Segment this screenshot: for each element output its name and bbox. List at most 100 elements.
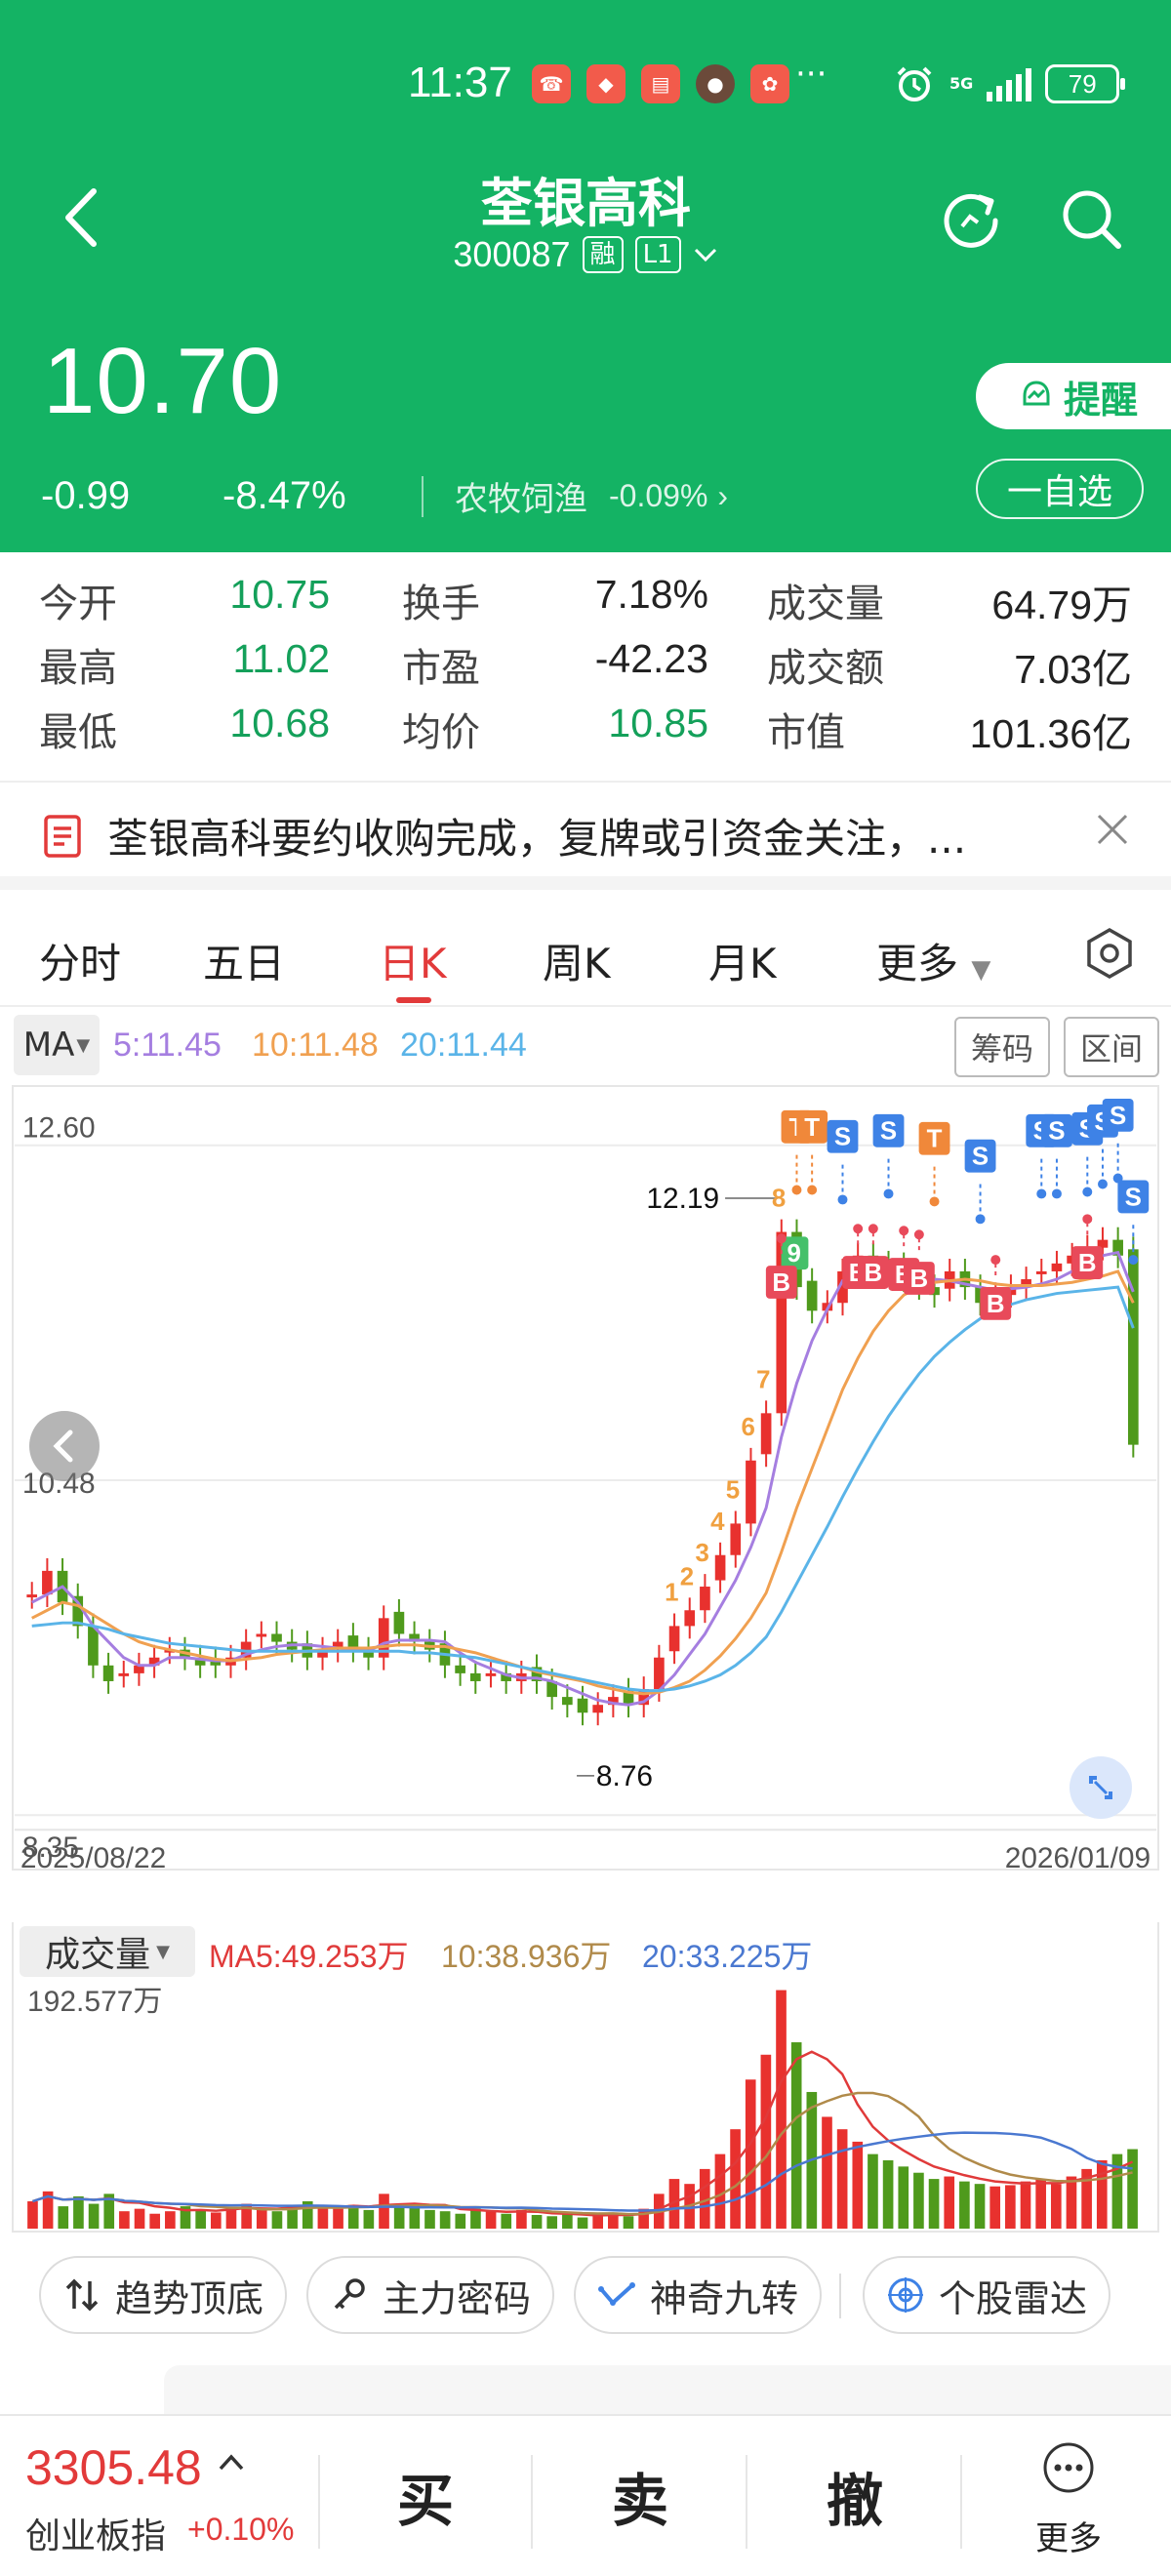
buy-button[interactable]: 买 [357,2455,494,2537]
document-icon [44,815,81,858]
signal-label: B [772,1269,790,1297]
volume-bar [577,2217,588,2230]
sector-name[interactable]: 农牧饲渔 [455,472,587,520]
alert-label: 提醒 [1063,378,1138,422]
signal-label: T [927,1126,943,1153]
volume-bar [119,2211,130,2230]
divider [839,2274,841,2318]
signal-dot [1036,1188,1047,1199]
settings-icon[interactable] [1083,927,1136,980]
pe-value: -42.23 [594,636,708,681]
volume-bar [913,2172,924,2230]
status-bar: 11:37 ☎ ◆ ▤ ● ✿ ··· 5G 79 [0,53,1171,121]
candle-body [562,1697,573,1706]
signal-label: S [834,1124,851,1151]
volume-label: 成交量 [767,582,884,626]
tab-weekly-k[interactable]: 周K [543,931,611,990]
volume-bar [531,2215,543,2230]
ma20-line [31,1285,1135,1693]
sector-change: -0.09% [609,478,708,513]
volume-bar [974,2184,986,2230]
signal-dot [1082,1187,1093,1197]
divider [746,2455,747,2549]
price-change: -0.99 [41,474,131,517]
close-icon[interactable] [1093,810,1132,849]
stock-code: 300087 [453,234,571,274]
add-watchlist-button[interactable]: 一自选 [976,459,1144,519]
volume-ma10-value: 10:38.936万 [441,1939,612,1974]
fullscreen-button[interactable] [1070,1756,1132,1819]
key-icon [334,2278,365,2310]
search-icon[interactable] [1058,185,1126,254]
volume-bar [1050,2184,1062,2230]
volume-bar [714,2153,726,2230]
candle-body [455,1665,465,1673]
status-time: 11:37 [408,59,512,106]
tab-five-day[interactable]: 五日 [203,931,285,990]
volume-ma20-value: 20:33.225万 [642,1939,813,1974]
chevron-right-icon: › [717,478,729,513]
ma10-value: 10:11.48 [252,1026,379,1064]
signal-icon [987,66,1032,101]
signal-dot [853,1224,864,1234]
kline-chart[interactable]: 12.6010.488.3512.198.76123456789TTSSTSSS… [12,1085,1159,1871]
market-cap-label: 市值 [767,710,845,755]
tab-more[interactable]: 更多 ▼ [876,931,990,990]
candle-body [592,1705,604,1713]
turnover-label: 换手 [402,582,480,626]
volume-bar [379,2194,389,2230]
tab-monthly-k[interactable]: 月K [708,931,777,990]
volume-bar [1020,2181,1031,2230]
volume-bar [868,2153,878,2230]
more-button[interactable]: 更多 [1025,2441,1112,2568]
volume-bar [501,2213,512,2230]
level-tag: L1 [634,236,681,273]
candle-body [102,1665,114,1681]
candle-body [485,1672,497,1676]
price-alert-button[interactable]: 提醒 [976,363,1171,429]
refresh-icon[interactable] [937,185,1005,254]
signal-label: S [1048,1118,1065,1146]
tab-intraday[interactable]: 分时 [39,931,121,990]
start-date-label: 2025/08/22 [20,1842,166,1871]
trend-top-bottom-button[interactable]: 趋势顶底 [39,2256,287,2334]
signal-dot [913,1229,924,1240]
avg-price-value: 10.85 [608,701,708,745]
dropdown-triangle-icon: ▼ [156,1941,170,1962]
volume-selector[interactable]: 成交量 ▼ [20,1926,195,1977]
notification-icons: ☎ ◆ ▤ ● ✿ [532,64,789,103]
candle-body [1035,1270,1047,1274]
tool-label: 神奇九转 [649,2276,798,2320]
stock-radar-button[interactable]: 个股雷达 [863,2256,1110,2334]
candle-body [700,1587,710,1611]
candle-body [118,1672,130,1676]
signal-dot [899,1226,909,1236]
volume-bar [134,2208,145,2230]
amount-label: 成交额 [767,646,884,691]
magic-nine-button[interactable]: 神奇九转 [574,2256,822,2334]
cancel-order-button[interactable]: 撤 [787,2455,923,2537]
more-notifications-icon: ··· [795,55,828,94]
high-value: 11.02 [232,636,330,681]
signal-dot [1097,1179,1108,1189]
chart-scroll-left-button[interactable] [29,1411,100,1481]
chip-distribution-button[interactable]: 筹码 [954,1017,1050,1077]
range-button[interactable]: 区间 [1064,1017,1159,1077]
main-force-code-button[interactable]: 主力密码 [306,2256,554,2334]
news-banner[interactable]: 荃银高科要约收购完成，复牌或引资金关注，... [0,781,1171,890]
volume-bar [760,2054,772,2230]
nine-turn-label: 5 [726,1477,740,1505]
candle-body [654,1657,665,1690]
price-change-percent: -8.47% [222,474,346,517]
chevron-up-icon [219,2454,244,2471]
volume-bar [73,2195,84,2230]
sell-button[interactable]: 卖 [572,2455,708,2537]
volume-bar [1096,2159,1108,2230]
chevron-down-icon [694,248,716,262]
candle-body [393,1611,405,1634]
volume-bar [516,2209,527,2230]
volume-bar [439,2211,451,2230]
tab-daily-k[interactable]: 日K [379,931,447,990]
signal-dot [868,1224,878,1234]
ma-selector[interactable]: MA ▼ [14,1015,100,1075]
